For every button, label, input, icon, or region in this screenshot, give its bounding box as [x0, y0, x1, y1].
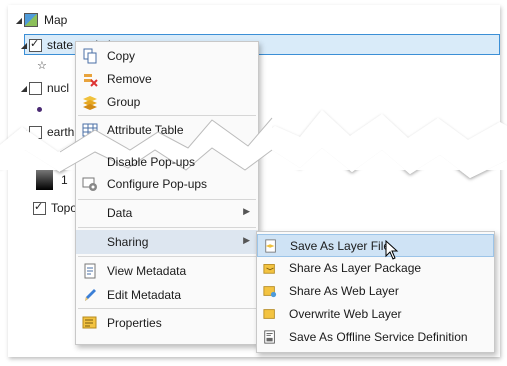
layer-label: earth [47, 125, 75, 139]
collapse-arrow-icon[interactable]: ◢ [19, 127, 29, 137]
group-icon [83, 96, 97, 110]
menu-separator [78, 308, 256, 309]
collapse-arrow-icon[interactable]: ◢ [14, 15, 24, 25]
layer-label: nucl [47, 81, 70, 95]
layer-visibility-checkbox[interactable] [29, 81, 42, 95]
menu-item-attribute-table[interactable]: Attribute Table [76, 118, 258, 142]
menu-item-group[interactable]: Group [76, 90, 258, 114]
tree-row-earthquakes[interactable]: ◢ earth [19, 122, 74, 142]
layer-label: state [47, 38, 74, 52]
table-icon [82, 123, 98, 137]
tree-row-map[interactable]: ◢ Map [14, 10, 67, 30]
tree-row-topo[interactable]: Topo [33, 198, 77, 218]
menu-item-remove[interactable]: Remove [76, 67, 258, 91]
submenu-item-share-as-web-layer[interactable]: Share As Web Layer [257, 280, 494, 303]
tree-row-symbol: ☆ [37, 55, 47, 75]
collapse-arrow-icon[interactable]: ◢ [19, 40, 29, 50]
tree-row-symbol [37, 99, 42, 119]
menu-item-properties[interactable]: Properties [76, 311, 258, 335]
layer-visibility-checkbox[interactable] [33, 200, 46, 215]
submenu-arrow-icon: ▶ [243, 206, 250, 216]
layer-package-icon [263, 264, 275, 274]
menu-item-view-metadata[interactable]: View Metadata [76, 259, 258, 283]
service-definition-icon [264, 330, 275, 344]
menu-separator [78, 256, 256, 257]
submenu-item-save-as-layer-file[interactable]: Save As Layer File [257, 234, 494, 257]
menu-item-configure-popups[interactable]: Configure Pop-ups [76, 172, 258, 196]
layer-visibility-checkbox[interactable] [29, 125, 42, 139]
sharing-submenu: Save As Layer File Share As Layer Packag… [256, 231, 495, 353]
layer-visibility-checkbox[interactable] [29, 37, 42, 52]
submenu-item-save-as-offline-service-definition[interactable]: Save As Offline Service Definition [257, 326, 494, 349]
layer-label: Topo [51, 201, 78, 215]
menu-separator [78, 227, 256, 228]
tree-row-raster: 1 [36, 170, 68, 190]
web-layer-icon [263, 286, 277, 298]
properties-icon [82, 316, 97, 329]
mouse-pointer-icon [385, 240, 399, 260]
menu-item-disable-popups[interactable]: Disable Pop-ups [76, 150, 258, 174]
collapse-arrow-icon[interactable]: ◢ [19, 83, 29, 93]
menu-item-edit-metadata[interactable]: Edit Metadata [76, 283, 258, 307]
map-icon [24, 13, 38, 27]
submenu-item-share-as-layer-package[interactable]: Share As Layer Package [257, 257, 494, 280]
copy-icon [83, 48, 97, 64]
point-symbol-icon [37, 106, 42, 112]
menu-separator [78, 199, 256, 200]
submenu-arrow-icon: ▶ [243, 235, 250, 245]
view-metadata-icon [84, 263, 96, 279]
map-label: Map [44, 13, 68, 27]
raster-symbol-icon [36, 170, 53, 190]
menu-separator [78, 115, 256, 116]
configure-popups-icon [82, 177, 97, 191]
submenu-item-overwrite-web-layer[interactable]: Overwrite Web Layer [257, 303, 494, 326]
menu-item-data[interactable]: Data ▶ [76, 201, 258, 225]
menu-item-sharing[interactable]: Sharing ▶ [76, 230, 258, 254]
edit-metadata-icon [85, 289, 96, 301]
raster-value-label: 1 [61, 173, 68, 187]
star-symbol-icon: ☆ [37, 59, 47, 72]
menu-item-copy[interactable]: Copy [76, 44, 258, 68]
remove-icon [84, 74, 98, 87]
tree-row-nuclear[interactable]: ◢ nucl [19, 78, 69, 98]
overwrite-web-layer-icon [263, 309, 275, 319]
layer-file-icon [265, 239, 276, 253]
